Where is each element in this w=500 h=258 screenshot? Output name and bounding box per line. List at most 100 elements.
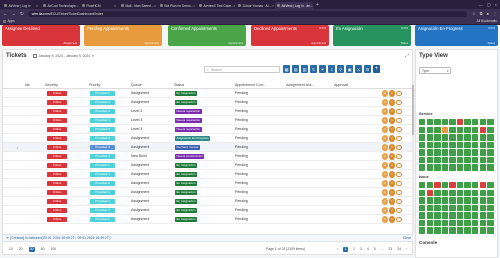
table-row[interactable]: Critico Prioridad 4 Level 3 Nueva reparació… — [3, 125, 414, 134]
summary-card[interactable]: Confirmed Appointments Appointment — [168, 25, 246, 46]
page-size-option[interactable]: 20 — [19, 247, 23, 252]
prev-page-icon[interactable]: ‹ — [337, 247, 338, 252]
type-tile[interactable] — [449, 182, 456, 189]
type-tile[interactable] — [479, 141, 487, 149]
info-icon[interactable]: i — [396, 162, 402, 169]
table-row[interactable]: Critico Prioridad 1 Level 3 Nueva reparació… — [3, 107, 414, 116]
type-tile[interactable] — [479, 212, 487, 219]
info-icon[interactable]: i — [396, 189, 402, 196]
browser-tab[interactable]: AirCool Technologie...× — [41, 2, 79, 9]
close-icon[interactable]: × — [154, 4, 156, 8]
type-tile[interactable] — [419, 141, 426, 149]
type-tile[interactable] — [426, 149, 433, 156]
type-tile[interactable] — [479, 164, 487, 171]
type-tile[interactable] — [434, 219, 441, 227]
type-tile[interactable] — [487, 219, 494, 227]
user-icon[interactable]: ☺ — [381, 99, 389, 106]
type-tile[interactable] — [472, 149, 479, 156]
columns-button[interactable]: ▤ — [291, 65, 300, 73]
type-tile[interactable] — [472, 164, 479, 171]
browser-tab[interactable]: AirView | Log in × — [2, 2, 40, 9]
type-tile[interactable] — [456, 219, 464, 227]
type-tile[interactable] — [434, 212, 441, 219]
type-tile[interactable] — [441, 141, 449, 149]
type-tile[interactable] — [434, 204, 441, 212]
table-row[interactable]: Critico Prioridad 1 Assignment En Asignació… — [3, 161, 414, 170]
type-tile[interactable] — [434, 141, 441, 149]
info-icon[interactable]: i — [396, 180, 402, 187]
type-tile[interactable] — [426, 197, 433, 204]
type-tile[interactable] — [449, 119, 456, 126]
type-tile[interactable] — [479, 219, 487, 227]
table-row[interactable]: Critico Prioridad 1 Assignment En Asignació… — [3, 206, 414, 215]
info-icon[interactable]: i — [396, 108, 402, 115]
extensions-icon[interactable]: ⧉ — [480, 11, 483, 16]
assign-icon[interactable]: ⚇ — [389, 180, 396, 187]
type-tile[interactable] — [472, 126, 479, 133]
type-tile[interactable] — [441, 204, 449, 212]
grid-view-button[interactable]: ▦ — [283, 65, 291, 73]
assign-icon[interactable]: ⚇ — [389, 117, 396, 124]
user-icon[interactable]: ☺ — [381, 198, 389, 205]
summary-card[interactable]: Assignee Declined Assignment — [2, 25, 80, 46]
user-icon[interactable]: ☺ — [381, 126, 389, 133]
page-number[interactable]: 4 — [367, 247, 369, 252]
table-scrollbar[interactable] — [412, 81, 414, 231]
column-header[interactable]: Severity — [45, 83, 58, 87]
type-tile[interactable] — [456, 189, 464, 196]
page-number[interactable]: 5 — [374, 247, 376, 252]
info-icon[interactable]: i — [396, 135, 402, 142]
type-tile[interactable] — [441, 149, 449, 156]
browser-tab[interactable]: Mail - Irfan Saeed ... × — [119, 2, 157, 9]
type-tile[interactable] — [449, 189, 456, 196]
user-icon[interactable]: ☺ — [381, 189, 389, 196]
assign-icon[interactable]: ⚇ — [389, 162, 396, 169]
assign-icon[interactable]: ⚇ — [389, 207, 396, 214]
assign-icon[interactable]: ⚇ — [389, 171, 396, 178]
summary-card[interactable]: Asignación En Progress Status 0.0% — [415, 25, 498, 46]
type-tile[interactable] — [434, 126, 441, 133]
type-tile[interactable] — [456, 212, 464, 219]
summary-card[interactable]: En Asignación Status 0.0% — [333, 25, 411, 46]
assign-icon[interactable]: ⚇ — [389, 99, 396, 106]
type-tile[interactable] — [464, 182, 471, 189]
user-icon[interactable]: ☺ — [381, 135, 389, 142]
excel-button[interactable]: X — [354, 65, 363, 73]
page-size-option[interactable]: 10 — [9, 247, 13, 252]
user-icon[interactable]: ☺ — [381, 207, 389, 214]
type-tile[interactable] — [464, 204, 471, 212]
info-icon[interactable]: i — [396, 90, 402, 97]
type-tile[interactable] — [426, 204, 433, 212]
search-input[interactable]: ⌕ Search — [204, 66, 280, 73]
type-tile[interactable] — [441, 126, 449, 133]
type-tile[interactable] — [487, 119, 494, 126]
type-tile[interactable] — [419, 212, 426, 219]
profile-icon[interactable]: ● — [487, 11, 489, 16]
browser-tab[interactable]: AirviewX Test Case... × — [197, 2, 235, 9]
column-header[interactable]: Assignment Ack... — [286, 83, 315, 87]
date-range-picker[interactable]: January 9, 2024 - January 9, 2024 ▾ — [33, 54, 94, 58]
type-tile[interactable] — [441, 134, 449, 141]
type-tile[interactable] — [464, 164, 471, 171]
url-field[interactable]: wfm.lla.com/ECU/Ticket/TicketDashboard/I… — [27, 10, 468, 17]
type-tile[interactable] — [464, 212, 471, 219]
page-number[interactable]: 3 — [360, 247, 362, 252]
settings-button[interactable]: ⚙ — [363, 65, 372, 73]
type-tile[interactable] — [419, 156, 426, 164]
type-tile[interactable] — [464, 141, 471, 149]
close-icon[interactable]: × — [114, 4, 116, 8]
type-tile[interactable] — [441, 119, 449, 126]
close-icon[interactable]: × — [36, 4, 38, 8]
all-bookmarks[interactable]: All Bookmarks — [477, 19, 497, 23]
type-tile[interactable] — [449, 134, 456, 141]
type-tile[interactable] — [464, 197, 471, 204]
type-tile[interactable] — [426, 189, 433, 196]
close-icon[interactable]: × — [234, 4, 235, 8]
type-tile[interactable] — [479, 134, 487, 141]
type-tile[interactable] — [464, 119, 471, 126]
type-tile[interactable] — [456, 227, 464, 234]
type-tile[interactable] — [434, 134, 441, 141]
column-header[interactable]: Status — [174, 83, 184, 87]
type-tile[interactable] — [464, 189, 471, 196]
type-tile[interactable] — [449, 219, 456, 227]
